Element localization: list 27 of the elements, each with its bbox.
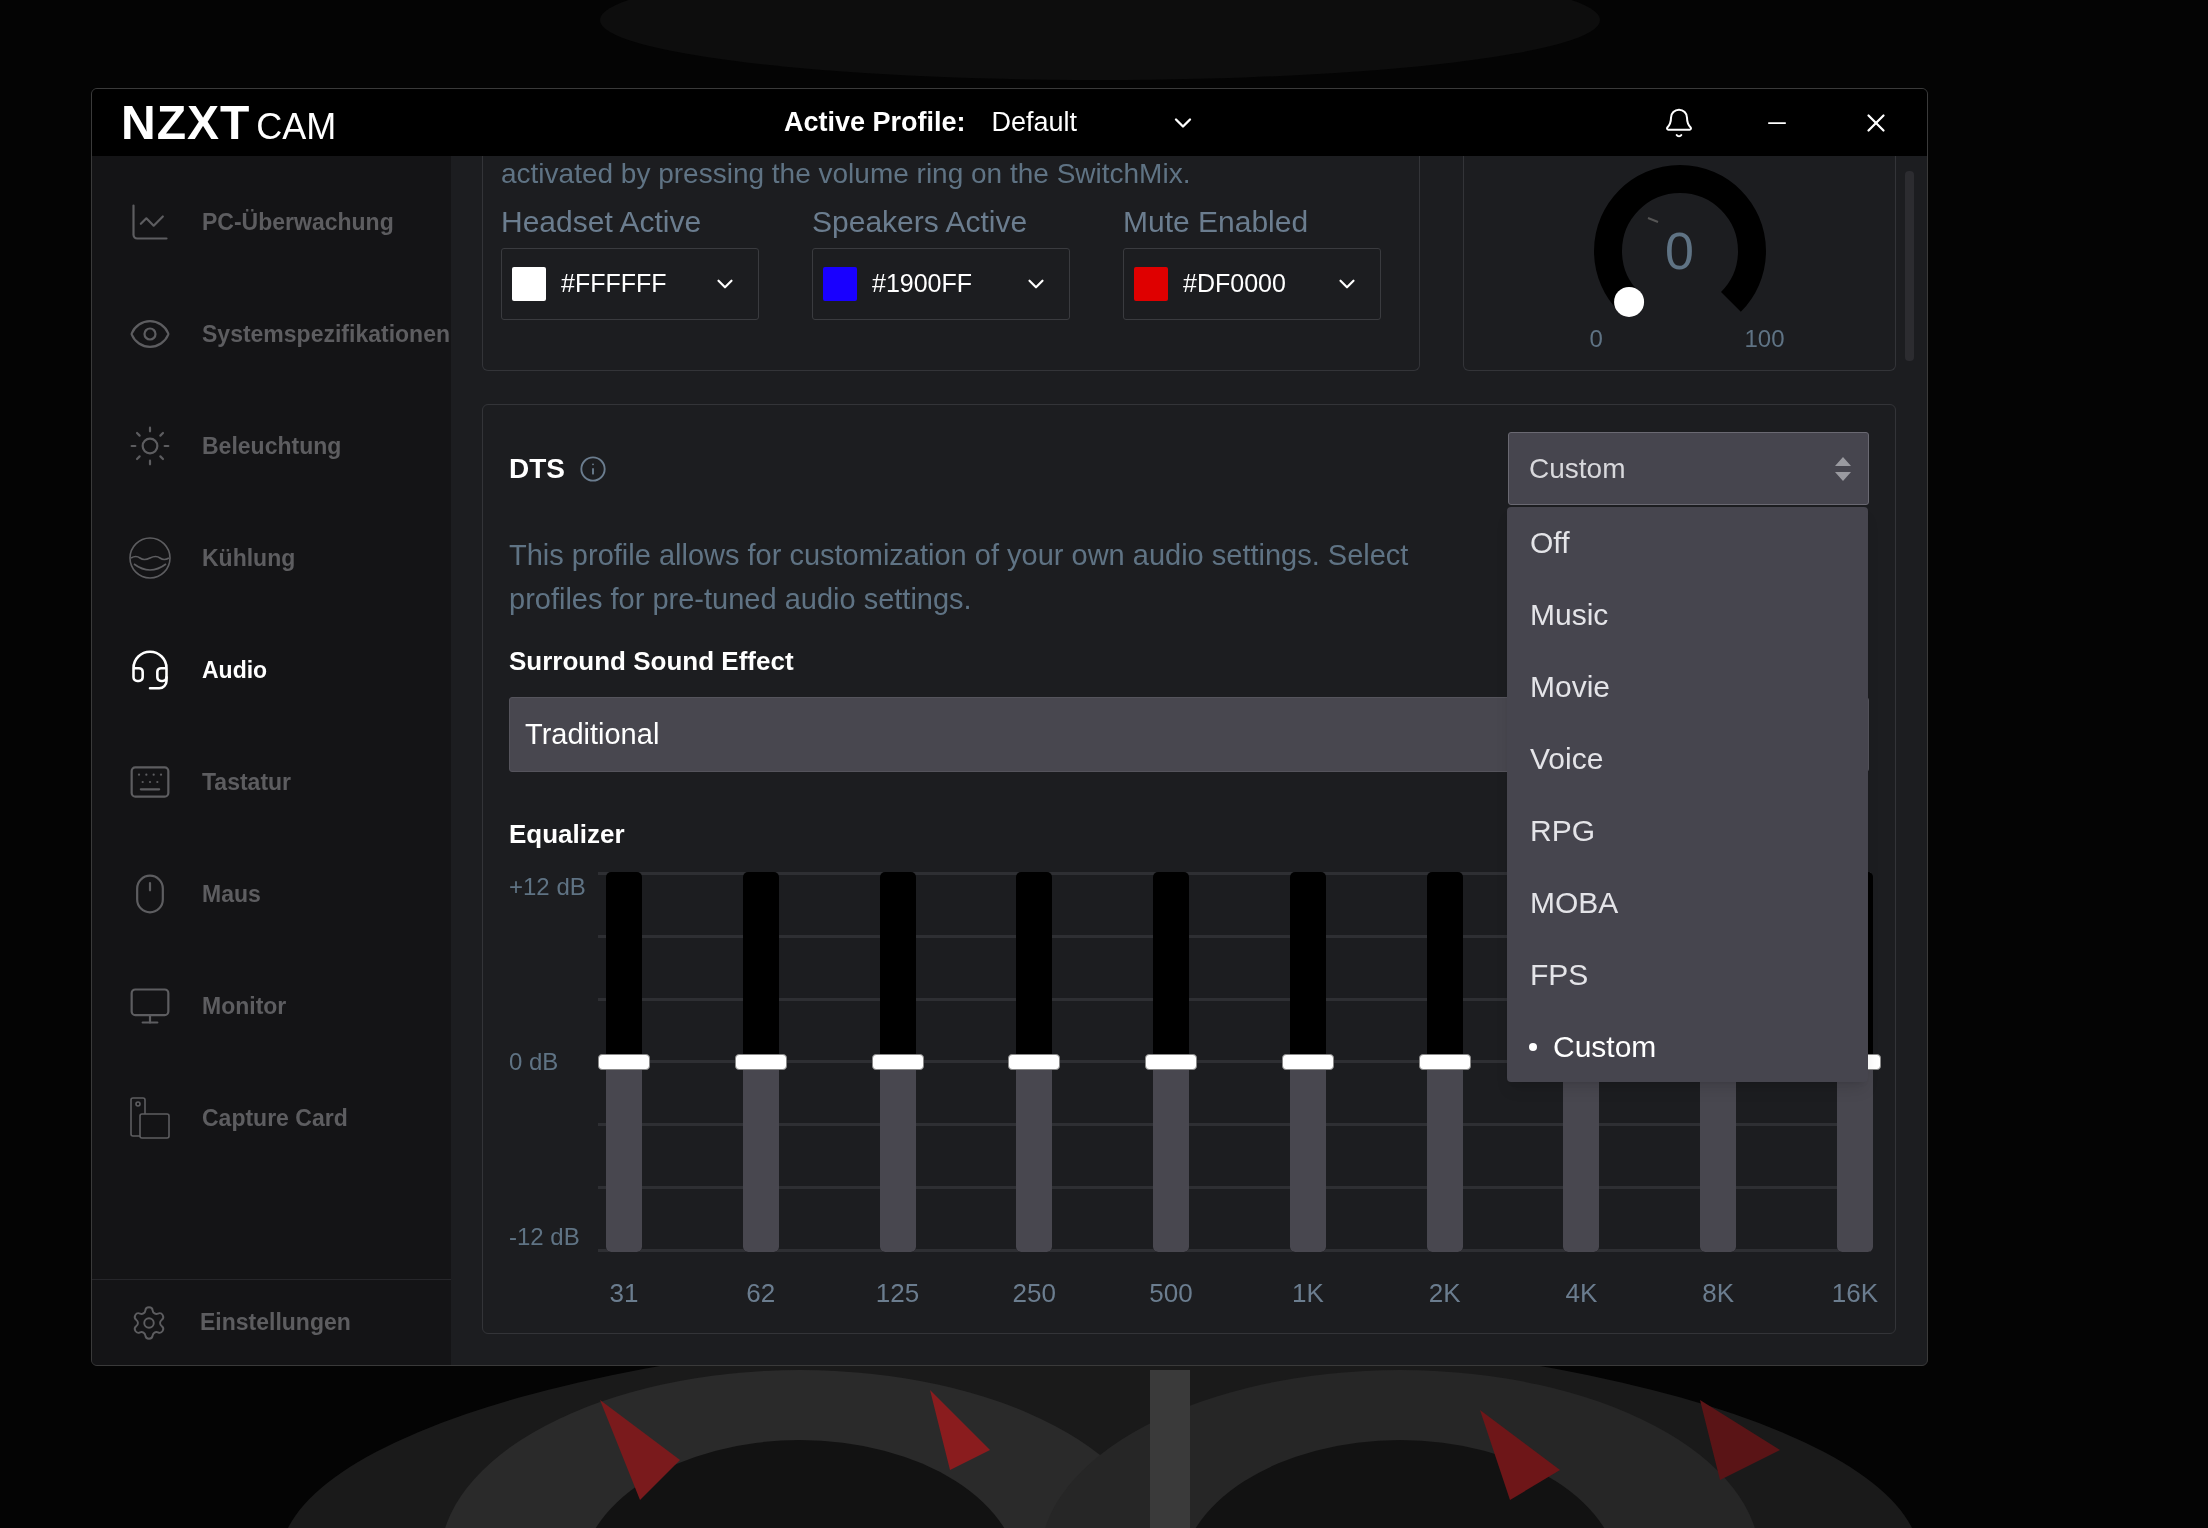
db-scale-label: 0 dB [509,1047,560,1077]
eq-band-label: 500 [1149,1277,1193,1310]
eq-band-label: 62 [746,1277,776,1310]
surround-label: Surround Sound Effect [509,645,795,678]
eq-band-label: 31 [609,1277,639,1310]
eq-band-label: 2K [1428,1277,1461,1310]
volume-min-label: 0 [1589,324,1603,354]
color-label: Mute Enabled [1123,204,1310,240]
eq-band-label: 125 [875,1277,920,1310]
dts-title: DTS [509,451,565,486]
eq-band-label: 4K [1565,1277,1598,1310]
volume-max-label: 100 [1744,324,1785,354]
eq-band-label: 8K [1702,1277,1735,1310]
eq-band-label: 1K [1291,1277,1324,1310]
equalizer-title: Equalizer [509,818,625,851]
color-label: Speakers Active [812,204,1029,240]
profile-label: Active Profile: [784,106,966,140]
volume-value: 0 [1665,225,1694,277]
dts-description: This profile allows for customization of your own audio settings. Select profiles for pre-tuned audio settings. [509,538,1410,617]
logo-suffix: CAM [256,108,337,145]
logo-wordmark: NZXT [121,98,251,147]
db-scale-label: +12 dB [509,872,587,902]
color-label: Headset Active [501,204,703,240]
lighting-note: activated by pressing the volume ring on the SwitchMix. [501,157,1192,191]
eq-band-label: 250 [1012,1277,1056,1310]
eq-band-label: 16K [1831,1277,1878,1310]
db-scale-label: -12 dB [509,1222,581,1252]
